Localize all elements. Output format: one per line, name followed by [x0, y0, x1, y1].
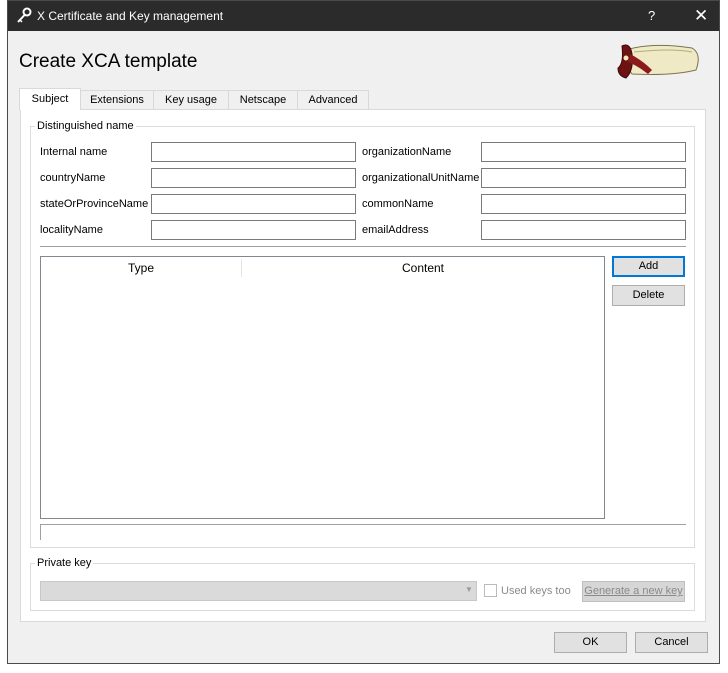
separator [40, 246, 686, 247]
ok-button[interactable]: OK [554, 632, 627, 653]
help-button[interactable]: ? [648, 8, 655, 23]
organization-name-field[interactable] [481, 142, 686, 162]
name-entries-table[interactable]: Type Content [40, 256, 605, 519]
table-bottom-separator [40, 524, 686, 525]
used-keys-checkbox[interactable] [484, 584, 497, 597]
email-label: emailAddress [362, 224, 429, 236]
internal-name-field[interactable] [151, 142, 356, 162]
org-unit-label: organizationalUnitName [362, 172, 480, 184]
common-name-field[interactable] [481, 194, 686, 214]
country-name-label: countryName [40, 172, 106, 184]
tab-advanced[interactable]: Advanced [297, 90, 369, 109]
generate-key-button[interactable]: Generate a new key [582, 581, 685, 602]
tab-subject[interactable]: Subject [19, 88, 81, 110]
column-header-content[interactable]: Content [242, 257, 604, 279]
page-title: Create XCA template [19, 51, 198, 72]
state-field[interactable] [151, 194, 356, 214]
common-name-label: commonName [362, 198, 434, 210]
state-label: stateOrProvinceName [40, 198, 149, 210]
cancel-button[interactable]: Cancel [635, 632, 708, 653]
private-key-select[interactable]: ▼ [40, 581, 477, 601]
key-icon [16, 7, 32, 28]
locality-label: localityName [40, 224, 103, 236]
tab-key-usage[interactable]: Key usage [153, 90, 229, 109]
delete-button[interactable]: Delete [612, 285, 685, 306]
email-field[interactable] [481, 220, 686, 240]
distinguished-name-label: Distinguished name [35, 120, 136, 132]
column-header-type[interactable]: Type [41, 257, 241, 279]
organization-name-label: organizationName [362, 146, 452, 158]
close-button[interactable]: ✕ [694, 6, 708, 26]
used-keys-label: Used keys too [501, 585, 571, 597]
add-button[interactable]: Add [612, 256, 685, 277]
chevron-down-icon: ▼ [465, 585, 473, 594]
window-title: X Certificate and Key management [37, 9, 224, 23]
title-bar[interactable]: X Certificate and Key management ? ✕ [8, 1, 719, 31]
scroll-logo [612, 40, 704, 87]
private-key-label: Private key [35, 557, 94, 569]
tab-netscape[interactable]: Netscape [228, 90, 298, 109]
locality-field[interactable] [151, 220, 356, 240]
internal-name-label: Internal name [40, 146, 108, 158]
separator-tick [40, 524, 41, 540]
tab-extensions[interactable]: Extensions [80, 90, 154, 109]
org-unit-field[interactable] [481, 168, 686, 188]
country-name-field[interactable] [151, 168, 356, 188]
